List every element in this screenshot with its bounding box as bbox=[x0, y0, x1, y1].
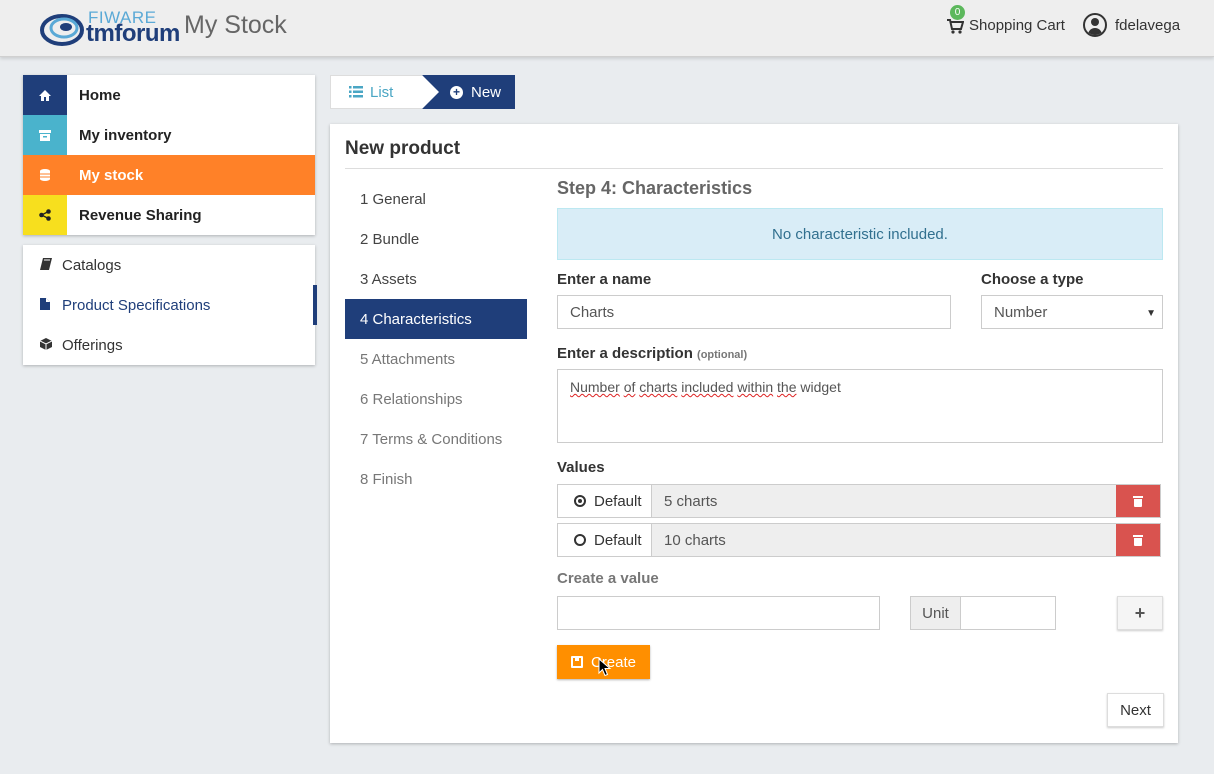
fiware-tmforum-logo[interactable]: FIWARE tmforum bbox=[40, 8, 180, 48]
breadcrumb-arrow bbox=[422, 75, 439, 109]
description-label: Enter a description (optional) bbox=[557, 345, 748, 362]
cube-icon bbox=[39, 337, 62, 353]
user-menu[interactable]: fdelavega bbox=[1083, 13, 1180, 37]
type-label: Choose a type bbox=[981, 271, 1084, 288]
step-terms-conditions[interactable]: 7 Terms & Conditions bbox=[345, 419, 527, 459]
value-text: 10 charts bbox=[652, 524, 1116, 556]
breadcrumb-new-label: New bbox=[471, 83, 502, 101]
delete-value-button[interactable] bbox=[1116, 485, 1160, 517]
delete-value-button[interactable] bbox=[1116, 524, 1160, 556]
nav-item-label: My stock bbox=[79, 166, 144, 184]
step-relationships[interactable]: 6 Relationships bbox=[345, 379, 527, 419]
sub-nav-label: Offerings bbox=[62, 336, 123, 354]
type-select-value: Number bbox=[994, 303, 1048, 321]
cart-label: Shopping Cart bbox=[969, 17, 1065, 34]
panel-title: New product bbox=[345, 138, 461, 159]
step-title: Step 4: Characteristics bbox=[557, 178, 753, 198]
top-bar: FIWARE tmforum My Stock 0 Shopping Cart … bbox=[0, 0, 1214, 57]
default-radio-option[interactable]: Default bbox=[558, 524, 652, 556]
radio-selected-icon bbox=[574, 495, 586, 507]
sub-nav-item-product-specifications[interactable]: Product Specifications bbox=[23, 285, 317, 325]
mouse-cursor-icon bbox=[598, 658, 612, 677]
next-button[interactable]: Next bbox=[1107, 693, 1164, 727]
home-icon bbox=[23, 75, 67, 115]
book-icon bbox=[40, 257, 62, 273]
nav-item-home[interactable]: Home bbox=[23, 75, 315, 115]
sub-nav: Catalogs Product Specifications Offering… bbox=[23, 245, 317, 365]
user-avatar-icon bbox=[1083, 13, 1107, 37]
breadcrumb: List + New bbox=[330, 75, 515, 109]
default-label: Default bbox=[594, 531, 642, 549]
logo-tmforum-text: tmforum bbox=[86, 20, 180, 47]
step-finish[interactable]: 8 Finish bbox=[345, 459, 527, 499]
trash-icon bbox=[1133, 534, 1143, 546]
sub-nav-item-catalogs[interactable]: Catalogs bbox=[23, 245, 315, 285]
value-row: Default 5 charts bbox=[557, 484, 1161, 518]
sub-nav-item-offerings[interactable]: Offerings bbox=[23, 325, 315, 365]
nav-item-revenue-sharing[interactable]: Revenue Sharing bbox=[23, 195, 315, 235]
plus-circle-icon: + bbox=[450, 85, 463, 99]
archive-icon bbox=[23, 115, 67, 155]
default-radio-option[interactable]: Default bbox=[558, 485, 652, 517]
cart-icon bbox=[947, 18, 964, 34]
new-product-panel: New product 1 General 2 Bundle 3 Assets … bbox=[330, 124, 1178, 743]
app-title: My Stock bbox=[184, 11, 287, 39]
name-input[interactable]: Charts bbox=[557, 295, 951, 329]
divider bbox=[345, 168, 1163, 169]
breadcrumb-list[interactable]: List bbox=[330, 75, 439, 109]
wizard-steps: 1 General 2 Bundle 3 Assets 4 Characteri… bbox=[345, 179, 527, 499]
step-bundle[interactable]: 2 Bundle bbox=[345, 219, 527, 259]
save-icon bbox=[570, 656, 583, 668]
trash-icon bbox=[1133, 495, 1143, 507]
name-label: Enter a name bbox=[557, 271, 652, 288]
breadcrumb-list-label: List bbox=[370, 83, 394, 101]
optional-hint: (optional) bbox=[697, 349, 748, 361]
sub-nav-label: Product Specifications bbox=[62, 296, 211, 314]
value-text: 5 charts bbox=[652, 485, 1116, 517]
type-select[interactable]: Number ▼ bbox=[981, 295, 1163, 329]
database-icon bbox=[23, 155, 67, 195]
add-value-button[interactable]: + bbox=[1117, 596, 1163, 630]
step-characteristics[interactable]: 4 Characteristics bbox=[345, 299, 527, 339]
nav-item-label: My inventory bbox=[79, 126, 172, 144]
create-value-label: Create a value bbox=[557, 570, 659, 587]
unit-input[interactable] bbox=[960, 596, 1056, 630]
default-label: Default bbox=[594, 492, 642, 510]
step-assets[interactable]: 3 Assets bbox=[345, 259, 527, 299]
step-attachments[interactable]: 5 Attachments bbox=[345, 339, 527, 379]
main-nav: Home My inventory My stock Revenue Shari… bbox=[23, 75, 315, 235]
description-textarea[interactable]: Number of charts included within the wid… bbox=[557, 369, 1163, 443]
step-general[interactable]: 1 General bbox=[345, 179, 527, 219]
cart-count-badge: 0 bbox=[950, 5, 965, 20]
shopping-cart-link[interactable]: 0 Shopping Cart bbox=[946, 5, 1065, 34]
share-icon bbox=[23, 195, 67, 235]
nav-item-label: Revenue Sharing bbox=[79, 206, 202, 224]
file-icon bbox=[40, 297, 62, 313]
list-icon bbox=[349, 86, 363, 98]
sub-nav-label: Catalogs bbox=[62, 256, 122, 274]
user-name: fdelavega bbox=[1115, 16, 1181, 34]
info-alert: No characteristic included. bbox=[557, 208, 1163, 260]
value-row: Default 10 charts bbox=[557, 523, 1161, 557]
radio-unselected-icon bbox=[574, 534, 586, 546]
nav-item-my-inventory[interactable]: My inventory bbox=[23, 115, 315, 155]
unit-addon: Unit bbox=[910, 596, 961, 630]
nav-item-my-stock[interactable]: My stock bbox=[23, 155, 315, 195]
logo-swirl-icon bbox=[40, 14, 84, 46]
values-label: Values bbox=[557, 459, 605, 476]
chevron-down-icon: ▼ bbox=[1146, 308, 1156, 319]
value-input[interactable] bbox=[557, 596, 880, 630]
nav-item-label: Home bbox=[79, 86, 121, 104]
